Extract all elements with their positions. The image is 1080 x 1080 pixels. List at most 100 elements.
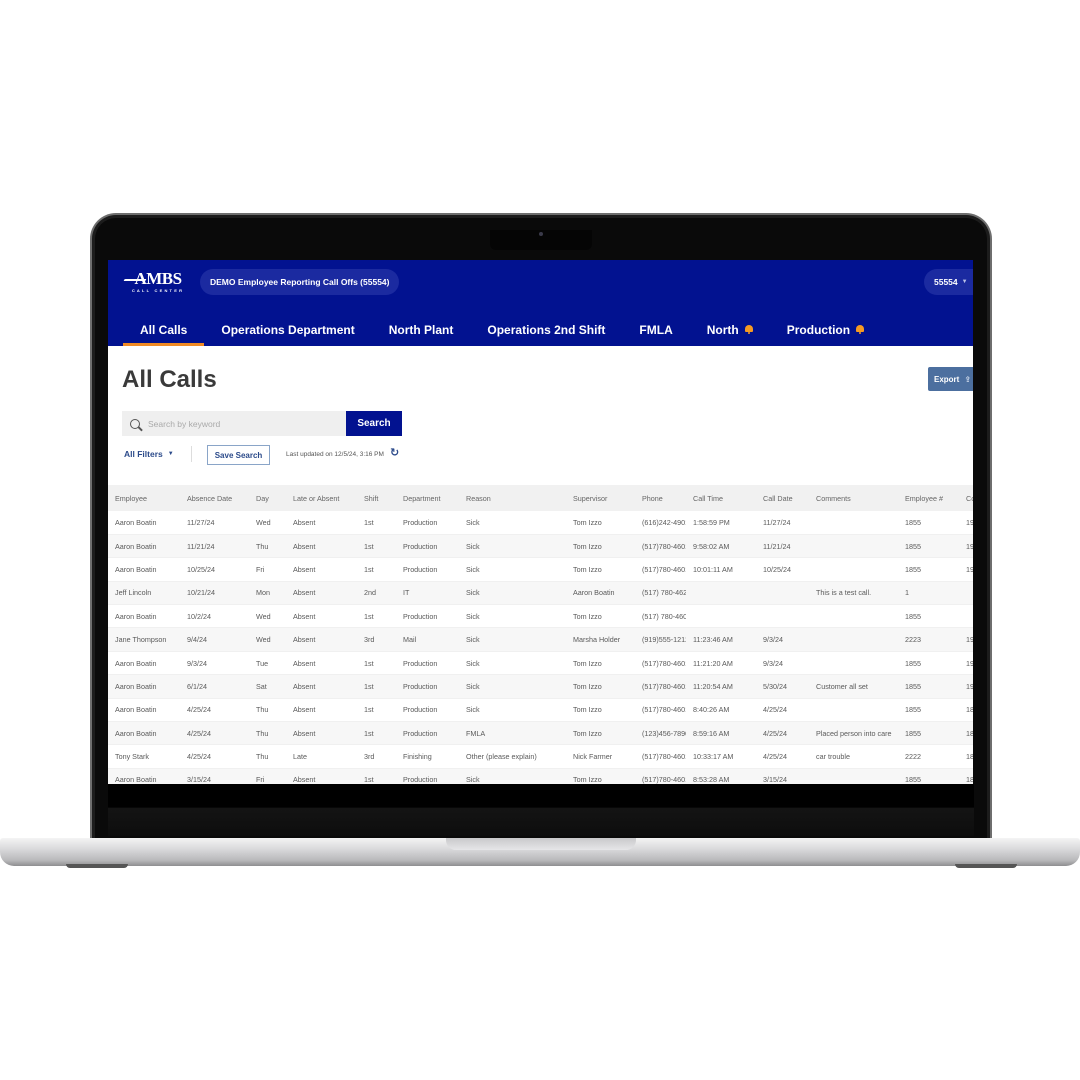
tab-production[interactable]: Production xyxy=(770,316,881,346)
refresh-icon[interactable]: ↻ xyxy=(390,448,399,459)
table-cell: 2223 xyxy=(898,627,959,652)
tab-north[interactable]: North xyxy=(690,316,770,346)
column-header[interactable]: Late or Absent xyxy=(286,485,357,511)
table-cell: 9/4/24 xyxy=(180,627,249,652)
column-header[interactable]: Comments xyxy=(809,485,898,511)
table-cell: Tony Stark xyxy=(108,744,180,769)
table-cell: Nick Farmer xyxy=(566,744,635,769)
table-cell: Aaron Boatin xyxy=(566,581,635,606)
column-header[interactable]: Call Time xyxy=(686,485,756,511)
table-cell: (517)780-4601 xyxy=(635,651,686,676)
table-cell: 8:59:16 AM xyxy=(686,721,756,746)
column-header[interactable]: Day xyxy=(249,485,286,511)
table-cell: 1855 xyxy=(898,651,959,676)
table-cell: Sick xyxy=(459,534,566,559)
account-selector[interactable]: DEMO Employee Reporting Call Offs (55554… xyxy=(200,269,400,295)
table-row[interactable]: Aaron Boatin 10/25/24 Fri Absent 1st Producti… xyxy=(108,557,973,582)
table-cell: Aaron Boatin xyxy=(108,674,180,699)
table-row[interactable]: Aaron Boatin 11/21/24 Thu Absent 1st Producti… xyxy=(108,534,973,559)
table-row[interactable]: Aaron Boatin 4/25/24 Thu Absent 1st Productio… xyxy=(108,698,973,723)
table-cell: 1855 xyxy=(898,698,959,723)
table-cell xyxy=(809,511,898,535)
table-row[interactable]: Aaron Boatin 6/1/24 Sat Absent 1st Production… xyxy=(108,674,973,699)
tab-fmla[interactable]: FMLA xyxy=(622,316,689,346)
table-cell: Production xyxy=(396,604,459,629)
table-cell: 19 xyxy=(959,627,973,652)
table-row[interactable]: Tony Stark 4/25/24 Thu Late 3rd Finishing Othe… xyxy=(108,744,973,769)
table-cell: Absent xyxy=(286,511,357,535)
table-cell: Tom Izzo xyxy=(566,674,635,699)
table-cell: Other (please explain) xyxy=(459,744,566,769)
column-header[interactable]: Employee # xyxy=(898,485,959,511)
table-cell: (517)780-4601 xyxy=(635,557,686,582)
tab-operations-department[interactable]: Operations Department xyxy=(204,316,371,346)
table-cell: Aaron Boatin xyxy=(108,534,180,559)
bell-icon xyxy=(856,325,865,334)
table-cell: 4/25/24 xyxy=(756,698,809,723)
tab-all-calls[interactable]: All Calls xyxy=(123,316,205,346)
calls-table: Employee Absence Date Day Late or Absent Shi… xyxy=(108,485,973,784)
table-cell xyxy=(756,604,809,629)
table-cell: 1855 xyxy=(898,721,959,746)
table-cell: Aaron Boatin xyxy=(108,511,180,535)
table-row[interactable]: Aaron Boatin 10/2/24 Wed Absent 1st Productio… xyxy=(108,604,973,629)
column-header[interactable]: Phone xyxy=(635,485,686,511)
all-filters-dropdown[interactable]: All Filters ▼ xyxy=(124,449,174,459)
column-header[interactable]: Call Date xyxy=(756,485,809,511)
table-cell: 3rd xyxy=(357,744,396,769)
column-header[interactable]: Reason xyxy=(459,485,566,511)
column-header[interactable]: Co xyxy=(959,485,973,511)
table-row[interactable]: Aaron Boatin 9/3/24 Tue Absent 1st Production… xyxy=(108,651,973,676)
table-cell: IT xyxy=(396,581,459,606)
table-cell: Tom Izzo xyxy=(566,604,635,629)
search-field[interactable] xyxy=(122,411,347,436)
table-cell: Tom Izzo xyxy=(566,768,635,784)
tab-north-plant[interactable]: North Plant xyxy=(372,316,471,346)
table-cell: 1855 xyxy=(898,604,959,629)
search-button[interactable]: Search xyxy=(346,411,402,436)
table-header-row: Employee Absence Date Day Late or Absent Shi… xyxy=(108,485,973,511)
column-header[interactable]: Employee xyxy=(108,485,180,511)
table-cell: Thu xyxy=(249,721,286,746)
table-row[interactable]: Jane Thompson 9/4/24 Wed Absent 3rd Mail Sick M… xyxy=(108,627,973,652)
export-button[interactable]: Export ⇪ xyxy=(928,367,973,391)
calls-table-container: Employee Absence Date Day Late or Absent Shi… xyxy=(108,485,973,784)
laptop-foot-left xyxy=(66,864,128,868)
table-row[interactable]: Aaron Boatin 11/27/24 Wed Absent 1st Producti… xyxy=(108,511,973,535)
search-input[interactable] xyxy=(148,418,328,429)
table-row[interactable]: Aaron Boatin 4/25/24 Thu Absent 1st Productio… xyxy=(108,721,973,746)
column-header[interactable]: Department xyxy=(396,485,459,511)
table-cell: 8:53:28 AM xyxy=(686,768,756,784)
table-cell: (517)780-4601 xyxy=(635,534,686,559)
table-cell: 1st xyxy=(357,557,396,582)
table-cell: 4/25/24 xyxy=(180,744,249,769)
table-cell: 1st xyxy=(357,511,396,535)
table-cell: 11:20:54 AM xyxy=(686,674,756,699)
table-cell: Late xyxy=(286,744,357,769)
table-cell: 18 xyxy=(959,768,973,784)
search-icon xyxy=(130,418,140,429)
column-header[interactable]: Supervisor xyxy=(566,485,635,511)
table-cell: Thu xyxy=(249,698,286,723)
table-cell: Customer all set xyxy=(809,674,898,699)
table-cell xyxy=(809,698,898,723)
save-search-button[interactable]: Save Search xyxy=(207,445,270,465)
table-cell: Production xyxy=(396,557,459,582)
ambs-logo[interactable]: AMBS CALL CENTER xyxy=(123,270,192,294)
table-cell: Aaron Boatin xyxy=(108,698,180,723)
column-header[interactable]: Shift xyxy=(357,485,396,511)
table-row[interactable]: Aaron Boatin 3/15/24 Fri Absent 1st Productio… xyxy=(108,768,973,784)
table-cell: Sick xyxy=(459,698,566,723)
table-cell: Tom Izzo xyxy=(566,511,635,535)
table-cell: 1855 xyxy=(898,768,959,784)
table-cell: 1st xyxy=(357,534,396,559)
user-menu-button[interactable]: 55554 ▼ xyxy=(924,269,973,295)
table-cell xyxy=(809,534,898,559)
all-filters-label: All Filters xyxy=(124,449,163,459)
column-header[interactable]: Absence Date xyxy=(180,485,249,511)
table-cell: 1 xyxy=(898,581,959,606)
table-row[interactable]: Jeff Lincoln 10/21/24 Mon Absent 2nd IT Sick Aa… xyxy=(108,581,973,606)
tab-operations-2nd-shift[interactable]: Operations 2nd Shift xyxy=(470,316,622,346)
table-cell: 1855 xyxy=(898,674,959,699)
table-cell: Wed xyxy=(249,511,286,535)
